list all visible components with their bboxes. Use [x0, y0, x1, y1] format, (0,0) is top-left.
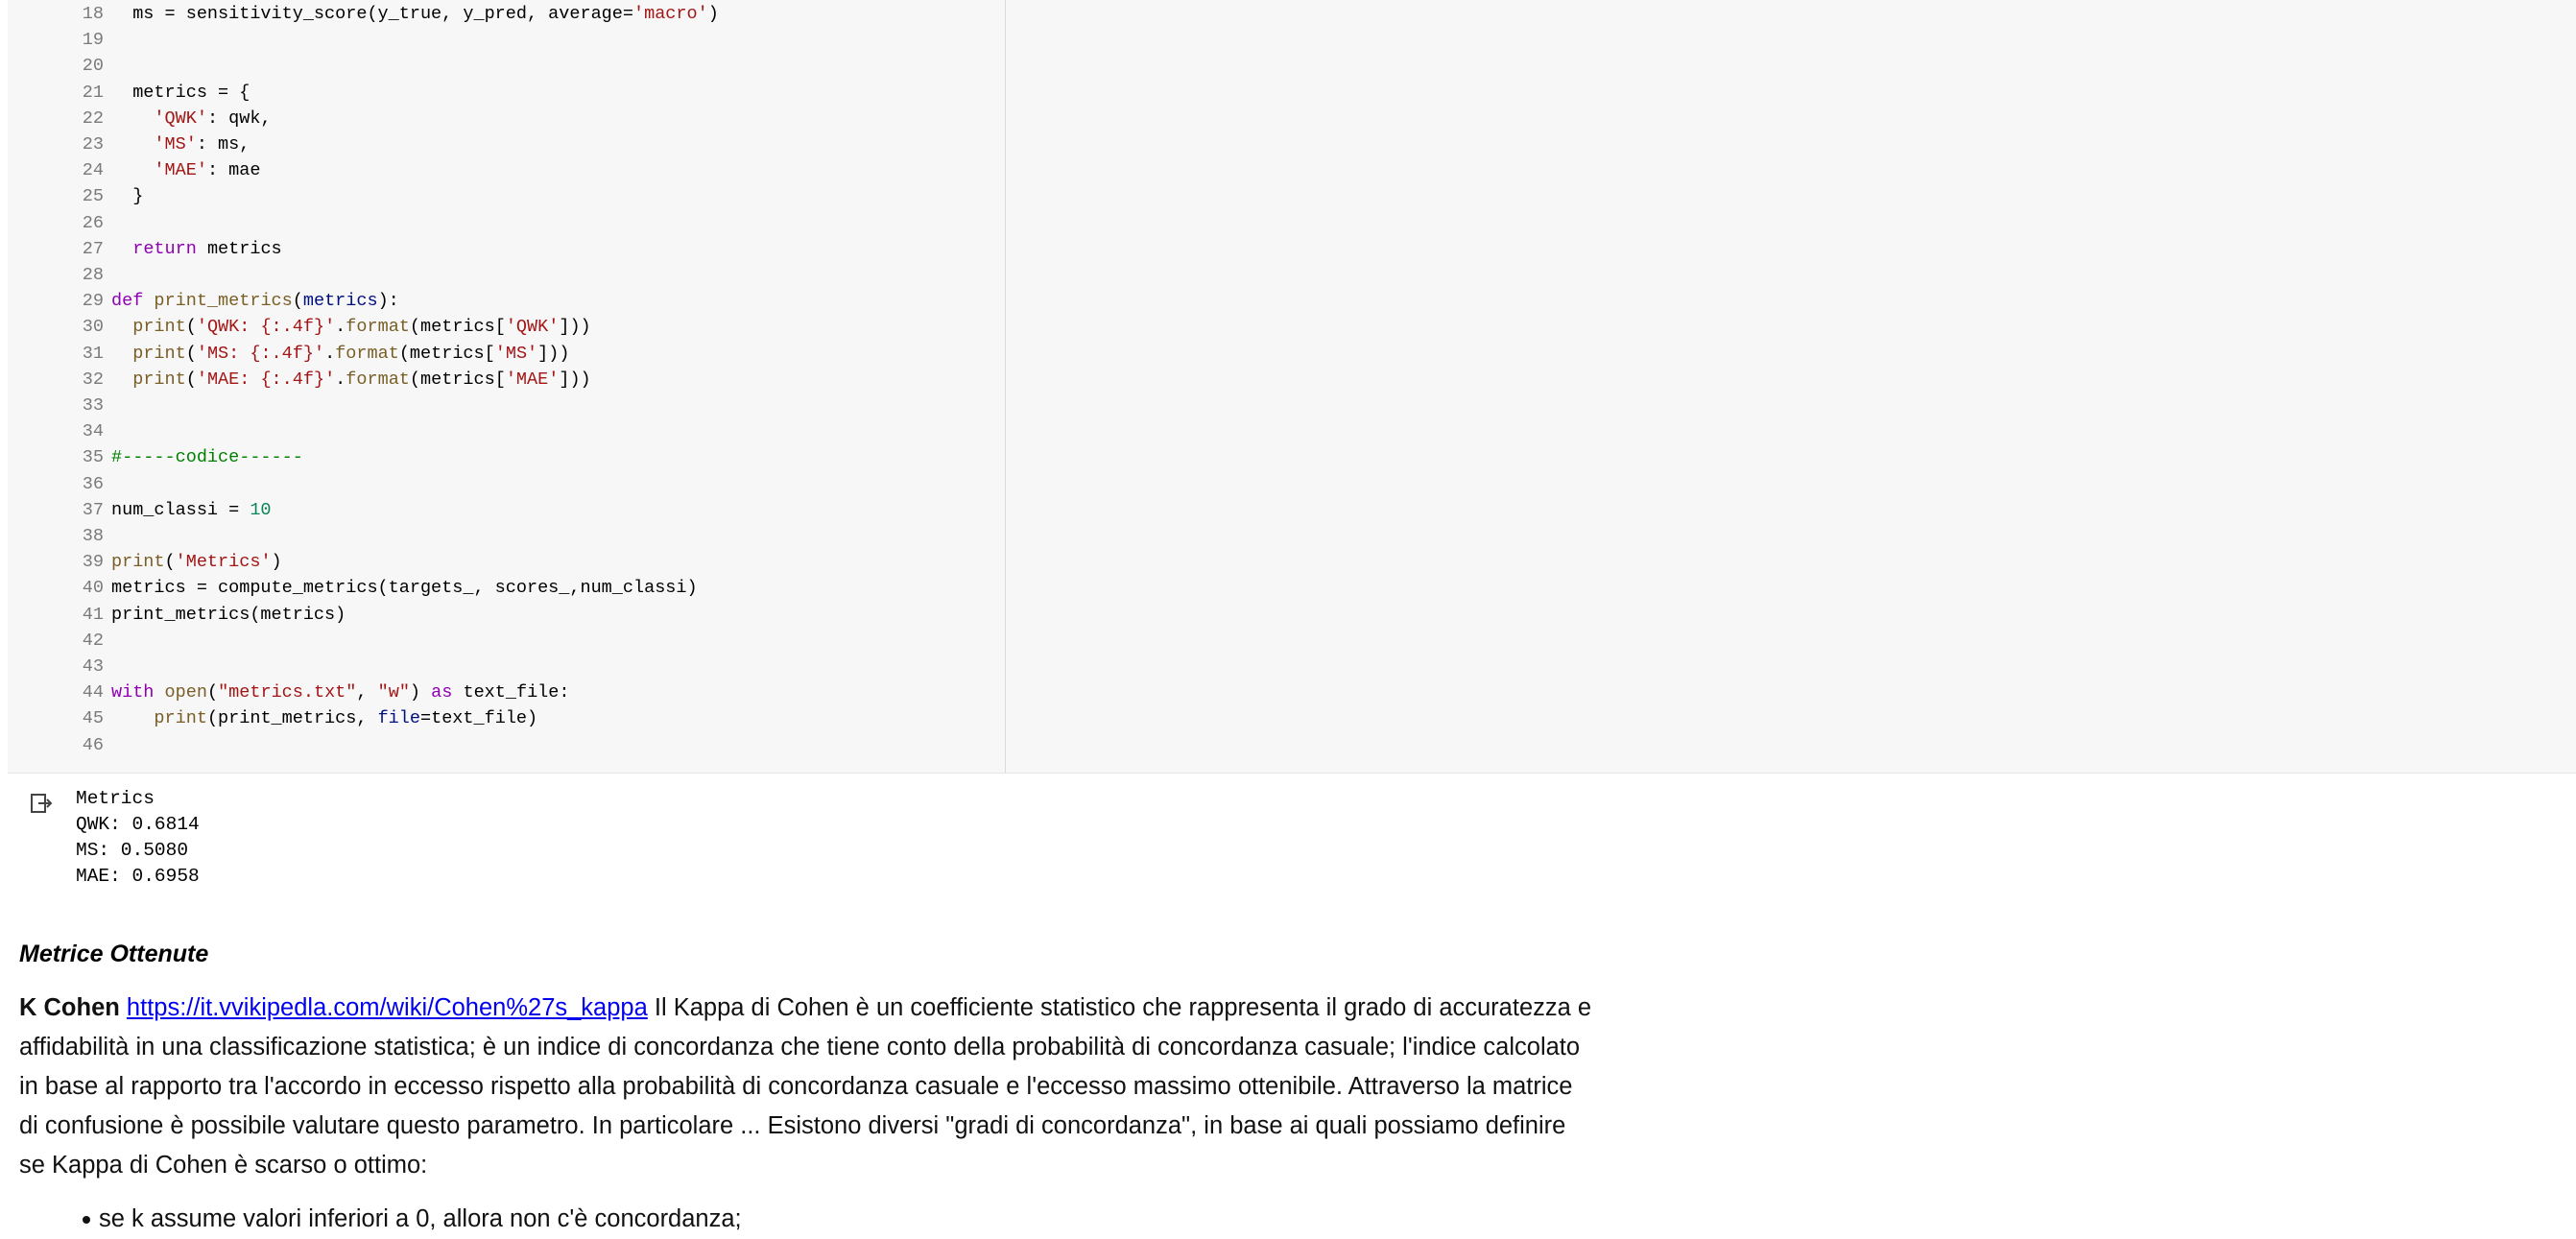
line-number: 41 — [82, 604, 104, 625]
code-text: print('Metrics') — [111, 552, 282, 573]
code-text: 'MS': ms, — [154, 134, 250, 155]
code-line[interactable]: 34 — [8, 418, 111, 444]
wikipedia-link[interactable]: https://it.vvikipedla.com/wiki/Cohen%27s… — [127, 994, 648, 1021]
code-line[interactable]: 42 — [8, 628, 111, 654]
line-number: 46 — [82, 734, 104, 755]
code-line[interactable]: 21 metrics = { — [8, 80, 250, 106]
code-text: def print_metrics(metrics): — [111, 291, 399, 312]
code-line[interactable]: 41 print_metrics(metrics) — [8, 602, 346, 628]
line-number: 23 — [82, 134, 104, 155]
line-number: 34 — [82, 421, 104, 442]
line-number: 44 — [82, 682, 104, 703]
code-text: num_classi = 10 — [111, 499, 272, 520]
code-line[interactable]: 43 — [8, 654, 111, 679]
code-text: metrics = { — [111, 82, 250, 103]
line-number: 39 — [82, 552, 104, 573]
line-number: 42 — [82, 630, 104, 651]
code-text: print('MAE: {:.4f}'.format(metrics['MAE'… — [132, 369, 591, 390]
code-line[interactable]: 35 #-----codice------ — [8, 444, 303, 470]
code-line[interactable]: 28 — [8, 262, 111, 288]
line-number: 25 — [82, 186, 104, 207]
code-text: metrics = compute_metrics(targets_, scor… — [111, 578, 698, 599]
code-line[interactable]: 46 — [8, 732, 111, 758]
section-heading: Metrice Ottenute — [19, 941, 209, 967]
code-line[interactable]: 33 — [8, 393, 111, 418]
output-line: QWK: 0.6814 — [76, 814, 200, 835]
code-text: print(print_metrics, file=text_file) — [154, 708, 538, 729]
line-number: 35 — [82, 447, 104, 468]
line-number: 21 — [82, 82, 104, 103]
code-line[interactable]: 25 } — [8, 183, 144, 209]
line-number: 24 — [82, 160, 104, 181]
line-number: 29 — [82, 291, 104, 312]
output-line: MAE: 0.6958 — [76, 866, 200, 887]
editor-ruler — [1005, 0, 1006, 773]
code-line[interactable]: 19 — [8, 27, 111, 53]
code-line[interactable]: 18 ms = sensitivity_score(y_true, y_pred… — [8, 1, 719, 27]
code-cell[interactable]: 18 ms = sensitivity_score(y_true, y_pred… — [8, 0, 2576, 774]
line-number: 36 — [82, 473, 104, 494]
code-line[interactable]: 40 metrics = compute_metrics(targets_, sc… — [8, 575, 698, 601]
output-line: Metrics — [76, 788, 155, 809]
code-text: 'QWK': qwk, — [154, 107, 272, 129]
line-number: 18 — [82, 4, 104, 24]
code-line[interactable]: 32 print('MAE: {:.4f}'.format(metrics['M… — [8, 367, 591, 393]
code-text: with open("metrics.txt", "w") as text_fi… — [111, 682, 570, 703]
code-text: print_metrics(metrics) — [111, 604, 346, 625]
line-number: 28 — [82, 265, 104, 285]
code-line[interactable]: 38 — [8, 523, 111, 549]
line-number: 37 — [82, 499, 104, 520]
concordance-list: se k assume valori inferiori a 0, allora… — [19, 1200, 742, 1239]
code-line[interactable]: 31 print('MS: {:.4f}'.format(metrics['MS… — [8, 341, 570, 367]
code-text: } — [111, 186, 144, 207]
output-line: MS: 0.5080 — [76, 840, 189, 861]
code-line[interactable]: 37 num_classi = 10 — [8, 497, 272, 523]
line-number: 43 — [82, 656, 104, 677]
code-line[interactable]: 39 print('Metrics') — [8, 549, 282, 575]
code-line[interactable]: 20 — [8, 53, 111, 79]
code-text: print('MS: {:.4f}'.format(metrics['MS'])… — [132, 343, 570, 364]
code-text: ms = sensitivity_score(y_true, y_pred, a… — [111, 4, 719, 24]
code-text: print('QWK: {:.4f}'.format(metrics['QWK'… — [132, 317, 591, 338]
code-line[interactable]: 36 — [8, 471, 111, 497]
code-line[interactable]: 22 'QWK': qwk, — [8, 106, 272, 131]
line-number: 27 — [82, 238, 104, 259]
list-item: se k assume valori inferiori a 0, allora… — [19, 1200, 742, 1239]
kappa-description: Il Kappa di Cohen è un coefficiente stat… — [19, 994, 1592, 1179]
line-number: 30 — [82, 317, 104, 338]
line-number: 31 — [82, 343, 104, 364]
line-number: 40 — [82, 578, 104, 599]
output-area: Metrics QWK: 0.6814 MS: 0.5080 MAE: 0.69… — [0, 773, 2576, 897]
code-line[interactable]: 30 print('QWK: {:.4f}'.format(metrics['Q… — [8, 314, 591, 340]
code-line[interactable]: 44 with open("metrics.txt", "w") as text_… — [8, 679, 570, 705]
code-line[interactable]: 27 return metrics — [8, 236, 282, 262]
code-line[interactable]: 24 'MAE': mae — [8, 157, 261, 183]
code-text: return metrics — [132, 238, 282, 259]
line-number: 22 — [82, 107, 104, 129]
code-line[interactable]: 23 'MS': ms, — [8, 131, 250, 157]
line-number: 38 — [82, 526, 104, 546]
code-line[interactable]: 26 — [8, 210, 111, 236]
line-number: 19 — [82, 30, 104, 51]
bullet-icon — [83, 1216, 90, 1224]
line-number: 45 — [82, 708, 104, 729]
line-number: 32 — [82, 369, 104, 390]
code-text: #-----codice------ — [111, 447, 303, 468]
code-text: 'MAE': mae — [154, 160, 261, 181]
output-arrow-icon[interactable] — [29, 791, 54, 816]
kappa-paragraph: K Cohen https://it.vvikipedla.com/wiki/C… — [19, 989, 1593, 1185]
code-line[interactable]: 29 def print_metrics(metrics): — [8, 288, 399, 314]
line-number: 26 — [82, 212, 104, 233]
code-line[interactable]: 45 print(print_metrics, file=text_file) — [8, 705, 537, 731]
line-number: 33 — [82, 395, 104, 416]
line-number: 20 — [82, 56, 104, 77]
kappa-term: K Cohen — [19, 994, 120, 1021]
